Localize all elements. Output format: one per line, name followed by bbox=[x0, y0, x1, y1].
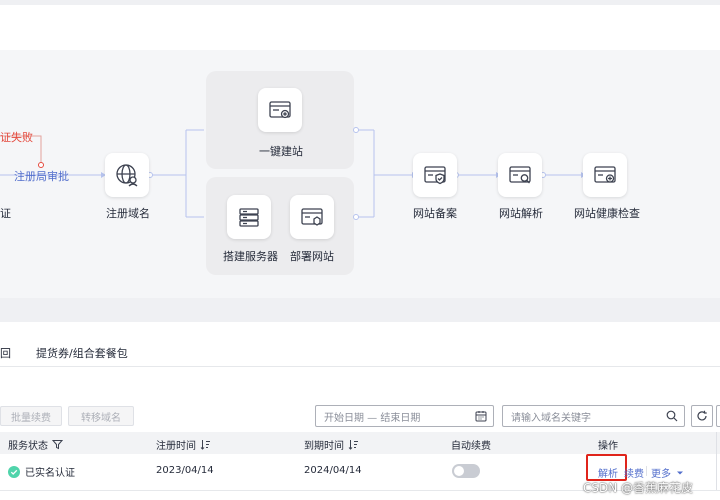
globe-user-icon bbox=[116, 164, 138, 187]
col-service-status-label: 服务状态 bbox=[8, 441, 48, 452]
site-filing-node[interactable] bbox=[413, 153, 457, 197]
col-actions-label: 操作 bbox=[598, 441, 618, 452]
site-dns-label: 网站解析 bbox=[499, 207, 543, 220]
col-expire-time-label: 到期时间 bbox=[304, 441, 344, 452]
action-separator bbox=[646, 466, 647, 476]
transfer-domain-button[interactable]: 转移域名 bbox=[68, 406, 134, 426]
tab-voucher-package[interactable]: 提货券/组合套餐包 bbox=[36, 345, 128, 361]
caret-down-icon bbox=[677, 471, 684, 475]
col-auto-renew-label: 自动续费 bbox=[451, 441, 491, 452]
batch-renew-button[interactable]: 批量续费 bbox=[0, 406, 62, 426]
col-expire-time[interactable]: 到期时间 bbox=[304, 437, 359, 452]
shield-check-icon bbox=[424, 166, 446, 185]
resolve-link[interactable]: 解析 bbox=[598, 465, 618, 480]
register-domain-label: 注册域名 bbox=[106, 207, 150, 220]
sort-icon[interactable] bbox=[200, 439, 211, 450]
site-dns-node[interactable] bbox=[498, 153, 542, 197]
flow-registry-review-label[interactable]: 注册局审批 bbox=[14, 168, 69, 184]
tabs-divider bbox=[0, 366, 720, 367]
auto-renew-toggle[interactable] bbox=[452, 464, 480, 478]
one-click-site-node[interactable] bbox=[258, 88, 302, 132]
row-status: 已实名认证 bbox=[8, 464, 75, 479]
row-status-text: 已实名认证 bbox=[25, 468, 75, 479]
sort-icon[interactable] bbox=[348, 439, 359, 450]
flow-cut-label: 证 bbox=[0, 207, 11, 220]
watermark: CSDN @香蕉麻花皮 bbox=[583, 481, 694, 495]
domain-search-input[interactable]: 请输入域名关键字 bbox=[502, 405, 685, 427]
domain-search-placeholder: 请输入域名关键字 bbox=[511, 412, 591, 424]
col-actions: 操作 bbox=[598, 437, 618, 452]
date-range-picker[interactable]: 开始日期 — 结束日期 bbox=[315, 405, 494, 427]
server-icon bbox=[239, 208, 259, 227]
filter-icon[interactable] bbox=[52, 439, 63, 450]
col-service-status[interactable]: 服务状态 bbox=[8, 437, 63, 452]
build-server-node[interactable] bbox=[227, 195, 271, 239]
col-register-time-label: 注册时间 bbox=[156, 441, 196, 452]
build-server-label: 搭建服务器 bbox=[223, 250, 278, 263]
tab-cut[interactable]: 回 bbox=[0, 345, 11, 361]
site-filing-label: 网站备案 bbox=[413, 207, 457, 220]
date-range-placeholder: 开始日期 — 结束日期 bbox=[324, 412, 421, 424]
flow-verify-failed-label: 证失败 bbox=[0, 131, 33, 144]
section-gap bbox=[0, 298, 720, 322]
renew-link[interactable]: 续费 bbox=[624, 465, 644, 480]
calendar-icon bbox=[475, 411, 487, 422]
one-click-site-label: 一键建站 bbox=[259, 145, 303, 158]
magnifier-page-icon bbox=[509, 166, 531, 184]
site-health-node[interactable] bbox=[583, 153, 627, 197]
deploy-site-icon bbox=[301, 208, 323, 226]
col-divider bbox=[716, 432, 717, 490]
search-icon[interactable] bbox=[666, 410, 678, 422]
col-auto-renew: 自动续费 bbox=[451, 437, 491, 452]
register-domain-node[interactable] bbox=[105, 153, 149, 197]
header-card bbox=[0, 5, 720, 50]
more-dropdown[interactable]: 更多 bbox=[651, 465, 684, 480]
row-expire-time: 2024/04/14 bbox=[304, 465, 362, 476]
row-register-time: 2023/04/14 bbox=[156, 465, 214, 476]
deploy-site-node[interactable] bbox=[290, 195, 334, 239]
refresh-icon bbox=[697, 410, 707, 421]
refresh-button[interactable] bbox=[691, 405, 713, 427]
deploy-site-label: 部署网站 bbox=[290, 250, 334, 263]
settings-button[interactable] bbox=[716, 405, 720, 427]
browser-settings-icon bbox=[269, 101, 291, 119]
site-health-label: 网站健康检查 bbox=[574, 207, 640, 220]
col-register-time[interactable]: 注册时间 bbox=[156, 437, 211, 452]
health-check-icon bbox=[594, 166, 616, 183]
check-circle-icon bbox=[8, 465, 20, 478]
